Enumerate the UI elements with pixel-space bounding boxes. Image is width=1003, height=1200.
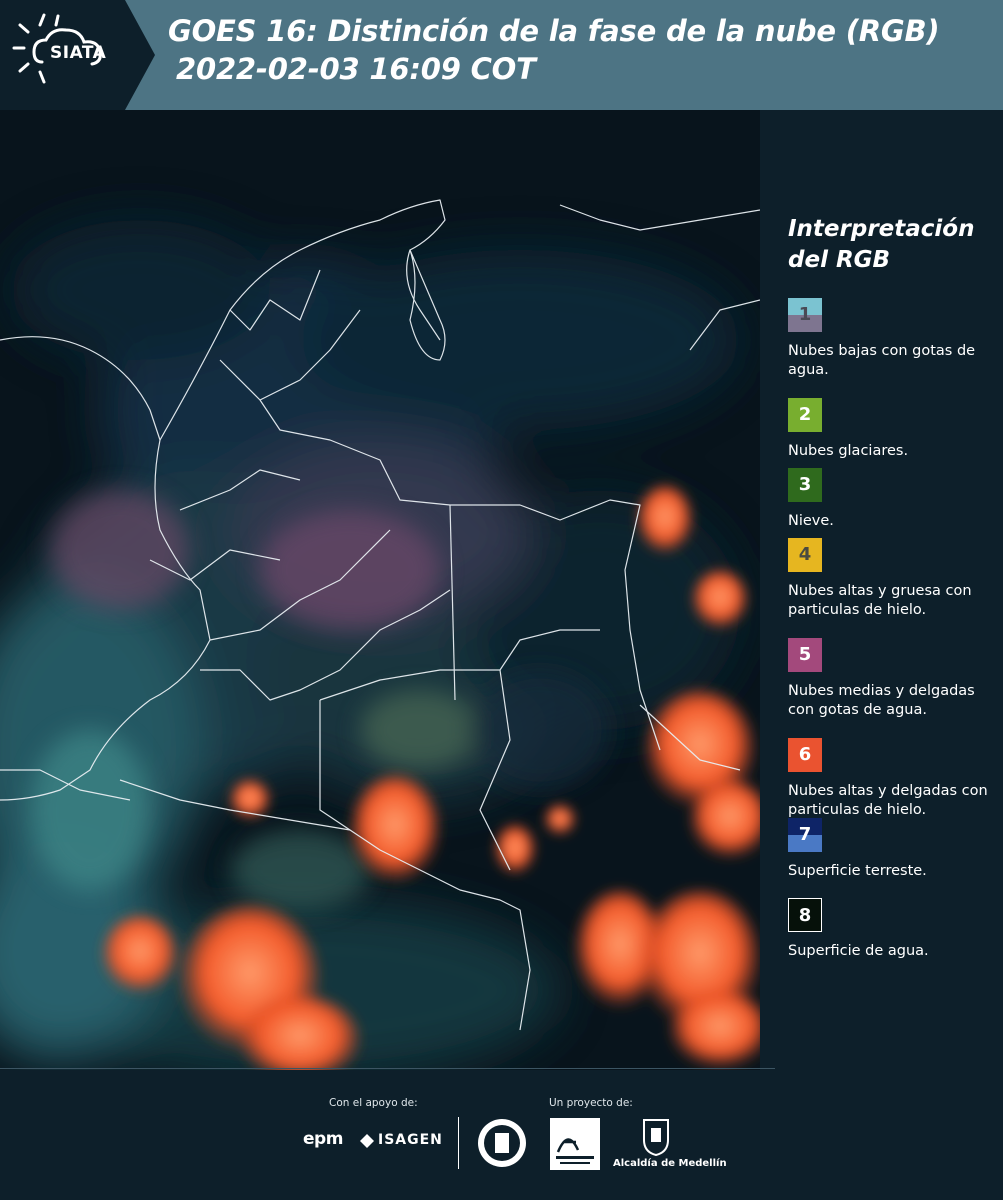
siata-logo-text: SIATA [50, 43, 107, 63]
footer-separator [0, 1068, 775, 1069]
legend-text-5: Nubes medias y delgadas con gotas de agu… [788, 683, 975, 718]
timestamp: 2022-02-03 16:09 COT [176, 52, 536, 86]
alcaldia-label: Alcaldía de Medellín [613, 1158, 727, 1169]
legend-swatch-1: 1 [788, 298, 822, 332]
area-metropolitana-logo [550, 1118, 600, 1170]
support-label: Con el apoyo de: [329, 1097, 418, 1109]
legend-swatch-2: 2 [788, 398, 822, 432]
legend-swatch-6: 6 [788, 738, 822, 772]
legend-text-6: Nubes altas y delgadas con particulas de… [788, 783, 988, 818]
project-label: Un proyecto de: [549, 1097, 633, 1109]
legend-swatch-7: 7 [788, 818, 822, 852]
isagen-logo: ISAGEN [378, 1132, 443, 1148]
legend-swatch-5: 5 [788, 638, 822, 672]
legend-text-7: Superficie terreste. [788, 863, 927, 879]
isagen-mark-icon [360, 1134, 374, 1148]
legend-text-8: Superficie de agua. [788, 943, 929, 959]
legend-swatch-4: 4 [788, 538, 822, 572]
page-title: GOES 16: Distinción de la fase de la nub… [168, 14, 940, 48]
epm-logo: epm [303, 1129, 343, 1149]
legend-swatch-8: 8 [788, 898, 822, 932]
footer-divider [458, 1117, 459, 1169]
alcaldia-shield-icon [643, 1119, 669, 1156]
satellite-map [0, 110, 760, 1070]
legend-text-3: Nieve. [788, 513, 834, 529]
legend-text-4: Nubes altas y gruesa con particulas de h… [788, 583, 972, 618]
legend-text-2: Nubes glaciares. [788, 443, 909, 459]
legend-text-1: Nubes bajas con gotas de agua. [788, 343, 976, 378]
university-emblem-icon [478, 1119, 526, 1167]
legend: Interpretación del RGB 1 Nubes bajas con … [788, 214, 988, 959]
legend-title: Interpretación del RGB [788, 216, 975, 273]
legend-swatch-3: 3 [788, 468, 822, 502]
